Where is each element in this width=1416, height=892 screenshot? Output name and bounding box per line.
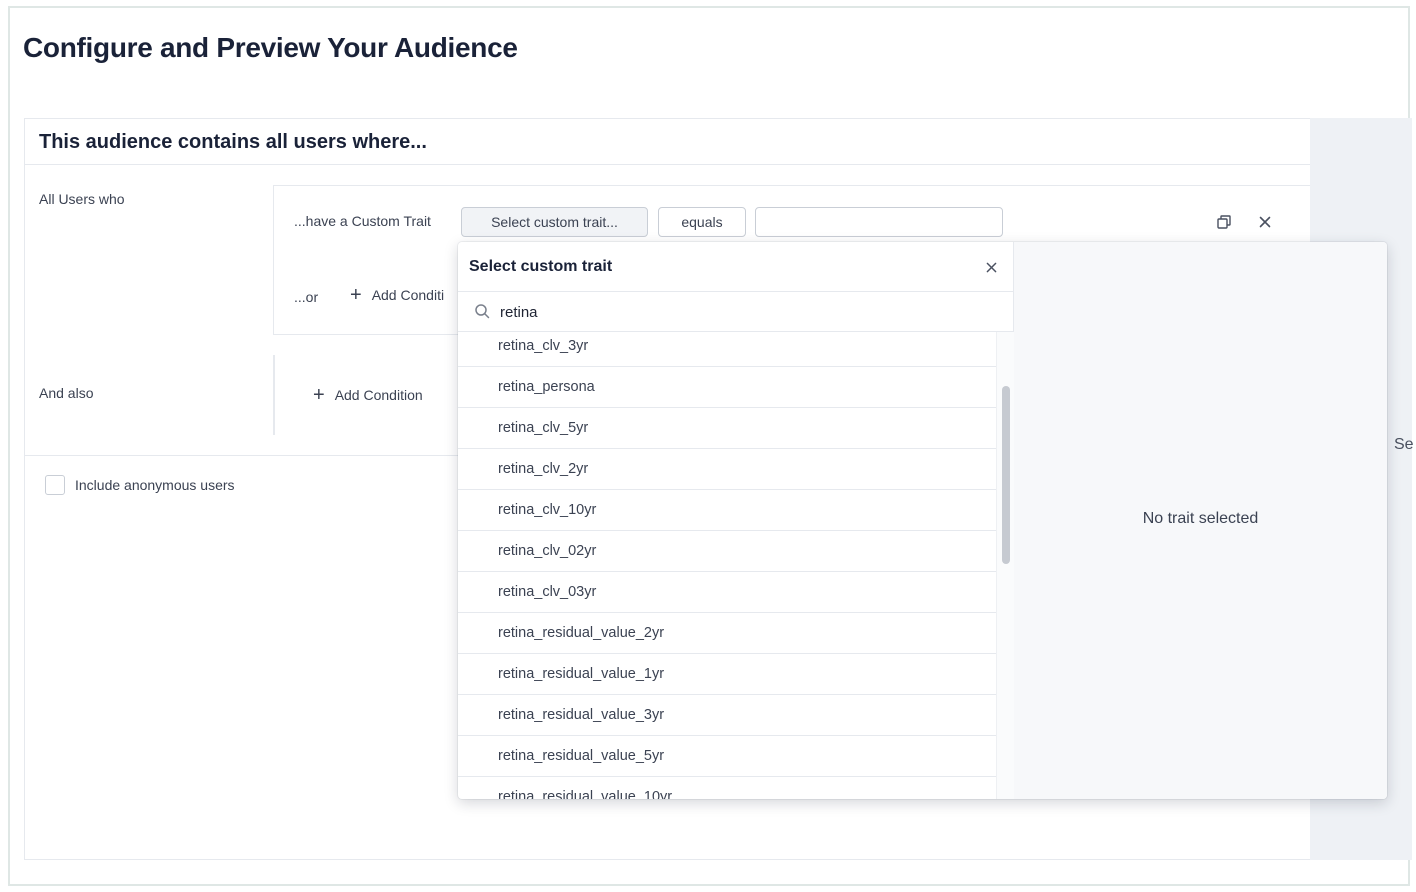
condition-prefix: ...have a Custom Trait	[294, 213, 431, 229]
list-item[interactable]: retina_clv_3yr	[458, 332, 996, 367]
list-item[interactable]: retina_residual_value_10yr	[458, 777, 996, 799]
list-item[interactable]: retina_residual_value_2yr	[458, 613, 996, 654]
condition-value-input[interactable]	[755, 207, 1003, 237]
dropdown-header: Select custom trait	[458, 242, 1013, 292]
select-custom-trait-button[interactable]: Select custom trait...	[461, 207, 648, 237]
trait-details-panel: No trait selected	[1014, 242, 1387, 799]
include-anonymous-label: Include anonymous users	[75, 477, 235, 493]
trait-list: retina_clv_3yr retina_persona retina_clv…	[458, 332, 996, 799]
card-header: This audience contains all users where..…	[25, 119, 1311, 165]
preview-hint-text: Se	[1394, 436, 1414, 453]
add-and-condition-label: Add Condition	[334, 387, 423, 403]
trait-list-scrollbar[interactable]	[996, 332, 1014, 799]
list-item[interactable]: retina_residual_value_1yr	[458, 654, 996, 695]
include-anonymous-row: Include anonymous users	[45, 475, 235, 495]
custom-trait-dropdown: Select custom trait retina_clv_3yr retin…	[458, 242, 1387, 799]
search-icon	[474, 303, 490, 324]
list-item[interactable]: retina_clv_5yr	[458, 408, 996, 449]
list-item[interactable]: retina_clv_2yr	[458, 449, 996, 490]
duplicate-icon[interactable]	[1213, 211, 1235, 233]
list-item[interactable]: retina_clv_02yr	[458, 531, 996, 572]
trait-search-input[interactable]	[500, 301, 980, 323]
no-trait-selected-text: No trait selected	[1142, 510, 1259, 527]
or-label: ...or	[294, 289, 319, 305]
plus-icon: +	[313, 384, 325, 406]
add-or-condition-label: Add Conditi	[371, 287, 445, 303]
list-item[interactable]: retina_clv_03yr	[458, 572, 996, 613]
list-item[interactable]: retina_clv_10yr	[458, 490, 996, 531]
include-anonymous-checkbox[interactable]	[45, 475, 65, 495]
list-item[interactable]: retina_persona	[458, 367, 996, 408]
dropdown-title: Select custom trait	[469, 258, 613, 275]
trait-list-panel: Select custom trait retina_clv_3yr retin…	[458, 242, 1014, 799]
list-item[interactable]: retina_residual_value_3yr	[458, 695, 996, 736]
and-also-group-border	[273, 355, 275, 435]
remove-condition-close-icon[interactable]	[1254, 211, 1276, 233]
page-title: Configure and Preview Your Audience	[23, 32, 518, 63]
trait-search-bar	[458, 292, 1013, 332]
plus-icon: +	[350, 284, 362, 306]
card-heading: This audience contains all users where..…	[39, 131, 427, 153]
add-or-condition-button[interactable]: + Add Conditi	[350, 285, 444, 305]
scrollbar-thumb[interactable]	[1002, 386, 1010, 564]
all-users-label: All Users who	[39, 191, 125, 207]
list-item[interactable]: retina_residual_value_5yr	[458, 736, 996, 777]
and-also-label: And also	[39, 385, 94, 401]
operator-select[interactable]: equals	[658, 207, 746, 237]
add-and-condition-button[interactable]: + Add Condition	[313, 385, 423, 405]
close-icon[interactable]	[980, 256, 1002, 278]
